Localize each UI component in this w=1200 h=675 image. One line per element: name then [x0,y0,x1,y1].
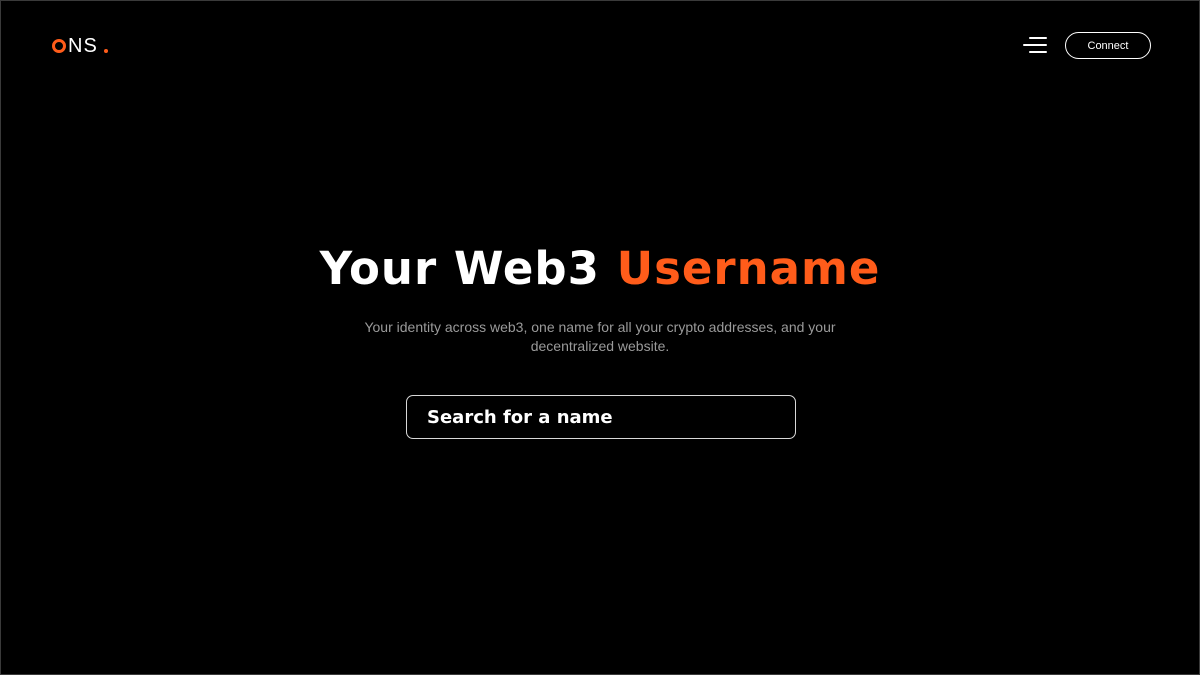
hamburger-menu-icon[interactable] [1021,35,1047,55]
menu-line [1029,51,1047,53]
hero-title-accent: Username [616,242,881,295]
logo-text: NS [68,34,98,57]
search-input[interactable] [407,396,795,438]
hero-subtitle: Your identity across web3, one name for … [364,319,836,354]
menu-line [1029,37,1047,39]
logo-ring-icon [52,39,66,53]
hero-title-main: Your Web3 [319,242,600,295]
connect-button[interactable]: Connect [1065,32,1151,59]
search-box [406,395,796,439]
logo[interactable]: NS [52,35,108,57]
menu-line [1023,44,1047,46]
hero-title: Your Web3 Username [1,239,1199,299]
logo-dot-icon [103,49,108,53]
page-frame: NS Connect Your Web3 Username Your ident… [0,0,1200,675]
